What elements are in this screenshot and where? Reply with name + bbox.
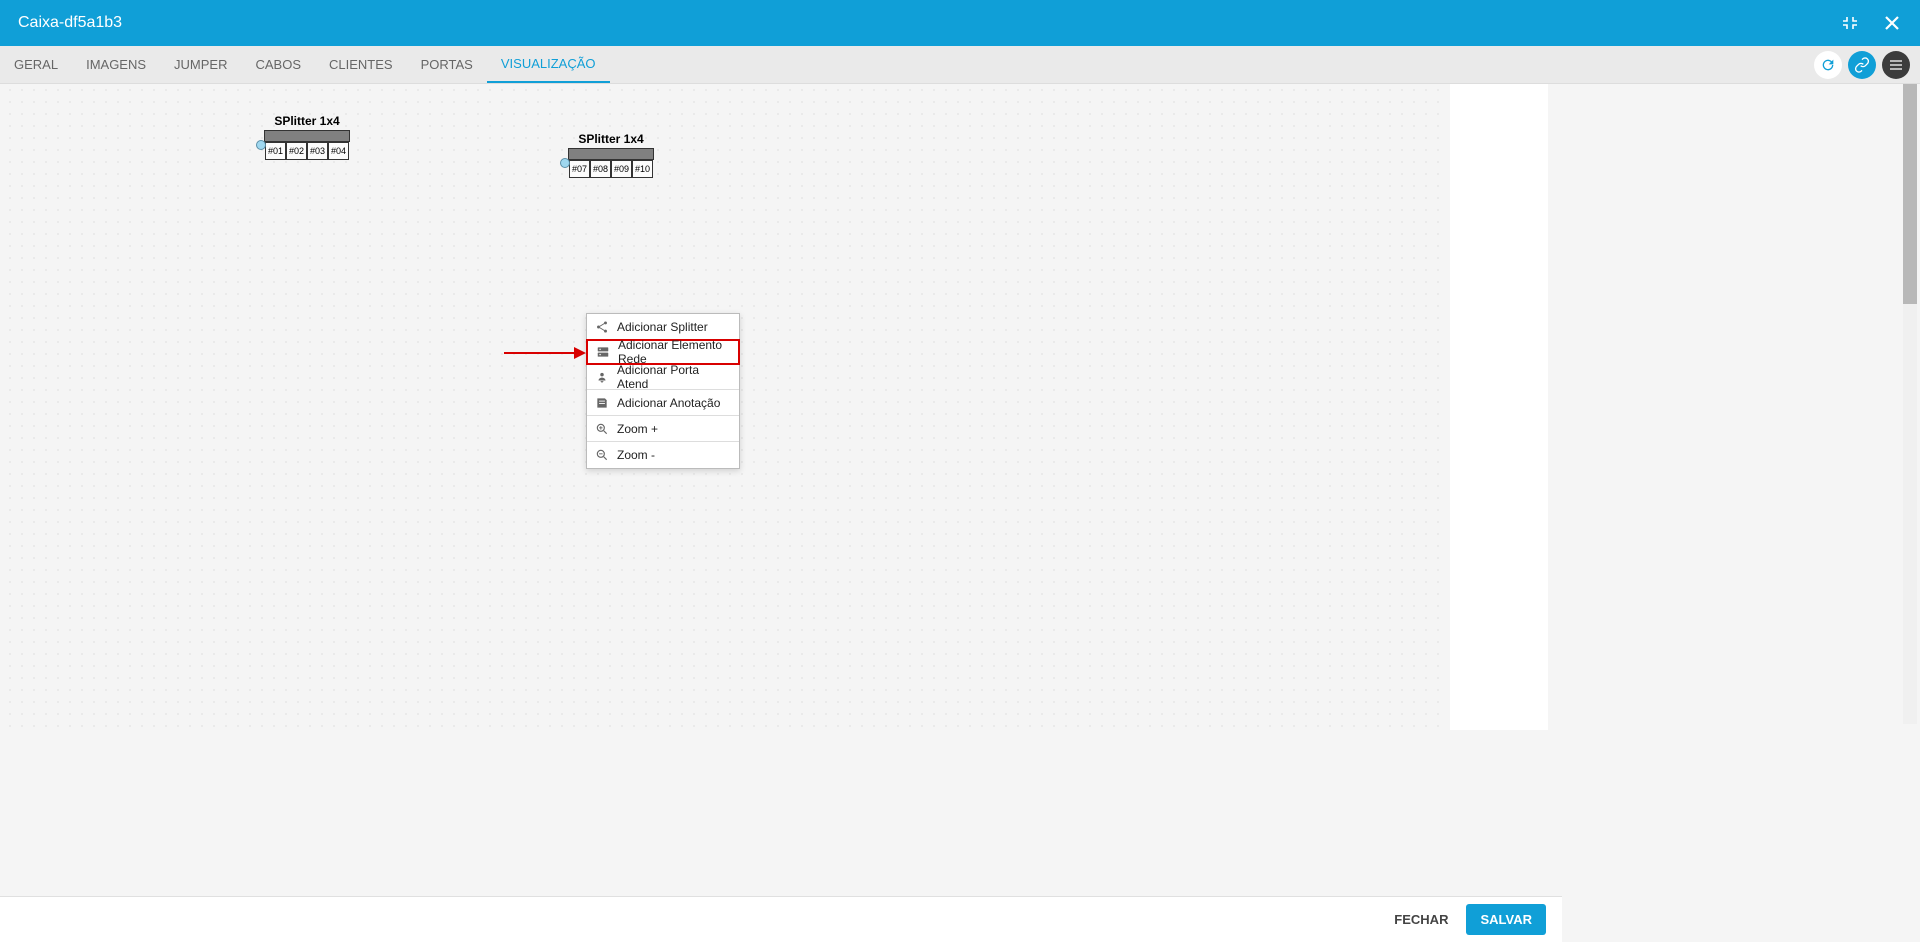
splitter-port[interactable]: #01 xyxy=(265,142,286,160)
tab-clientes[interactable]: CLIENTES xyxy=(315,46,407,83)
splitter-port[interactable]: #03 xyxy=(307,142,328,160)
menu-add-splitter[interactable]: Adicionar Splitter xyxy=(587,314,739,340)
splitter-ports: #01 #02 #03 #04 xyxy=(265,142,349,160)
vertical-scrollbar[interactable] xyxy=(1903,84,1917,724)
person-pin-icon xyxy=(595,370,609,384)
tab-visualizacao[interactable]: VISUALIZAÇÃO xyxy=(487,46,610,83)
window-controls xyxy=(1840,13,1902,33)
splitter-port[interactable]: #04 xyxy=(328,142,349,160)
splitter-node[interactable]: SPlitter 1x4 #01 #02 #03 #04 xyxy=(264,114,350,160)
link-button[interactable] xyxy=(1848,51,1876,79)
splitter-body xyxy=(568,148,654,160)
menu-label: Adicionar Porta Atend xyxy=(617,363,731,391)
titlebar: Caixa-df5a1b3 xyxy=(0,0,1920,46)
refresh-button[interactable] xyxy=(1814,51,1842,79)
splitter-port[interactable]: #10 xyxy=(632,160,653,178)
splitter-port[interactable]: #09 xyxy=(611,160,632,178)
splitter-port[interactable]: #08 xyxy=(590,160,611,178)
share-icon xyxy=(595,320,609,334)
splitter-input-port[interactable] xyxy=(256,140,266,150)
splitter-label: SPlitter 1x4 xyxy=(274,114,339,128)
splitter-node[interactable]: SPlitter 1x4 #07 #08 #09 #10 xyxy=(568,132,654,178)
tab-geral[interactable]: GERAL xyxy=(0,46,72,83)
footer: FECHAR SALVAR xyxy=(0,896,1562,942)
menu-add-porta-atend[interactable]: Adicionar Porta Atend xyxy=(587,364,739,390)
menu-label: Zoom + xyxy=(617,422,658,436)
splitter-port[interactable]: #02 xyxy=(286,142,307,160)
tabsbar: GERAL IMAGENS JUMPER CABOS CLIENTES PORT… xyxy=(0,46,1920,84)
splitter-input-port[interactable] xyxy=(560,158,570,168)
menu-label: Zoom - xyxy=(617,448,655,462)
vertical-scrollbar-thumb[interactable] xyxy=(1903,84,1917,304)
menu-label: Adicionar Anotação xyxy=(617,396,720,410)
toolbar-right xyxy=(1814,46,1914,83)
canvas-right-pad xyxy=(1450,84,1548,730)
menu-button[interactable] xyxy=(1882,51,1910,79)
visualization-canvas[interactable]: SPlitter 1x4 #01 #02 #03 #04 SPlitter 1x… xyxy=(4,84,1446,730)
menu-zoom-in[interactable]: Zoom + xyxy=(587,416,739,442)
annotation-arrow xyxy=(504,352,584,354)
splitter-label: SPlitter 1x4 xyxy=(578,132,643,146)
splitter-ports: #07 #08 #09 #10 xyxy=(569,160,653,178)
tab-imagens[interactable]: IMAGENS xyxy=(72,46,160,83)
splitter-port[interactable]: #07 xyxy=(569,160,590,178)
dns-icon xyxy=(596,345,610,359)
zoom-out-icon xyxy=(595,448,609,462)
menu-add-elemento-rede[interactable]: Adicionar Elemento Rede xyxy=(586,339,740,365)
menu-zoom-out[interactable]: Zoom - xyxy=(587,442,739,468)
menu-label: Adicionar Elemento Rede xyxy=(618,338,730,366)
collapse-icon[interactable] xyxy=(1840,13,1860,33)
tab-jumper[interactable]: JUMPER xyxy=(160,46,241,83)
tab-cabos[interactable]: CABOS xyxy=(242,46,316,83)
tab-portas[interactable]: PORTAS xyxy=(407,46,487,83)
splitter-body xyxy=(264,130,350,142)
close-button[interactable]: FECHAR xyxy=(1394,912,1448,927)
window-title: Caixa-df5a1b3 xyxy=(18,14,122,32)
save-button[interactable]: SALVAR xyxy=(1466,904,1546,935)
menu-label: Adicionar Splitter xyxy=(617,320,708,334)
tabs: GERAL IMAGENS JUMPER CABOS CLIENTES PORT… xyxy=(0,46,610,83)
zoom-in-icon xyxy=(595,422,609,436)
menu-add-anotacao[interactable]: Adicionar Anotação xyxy=(587,390,739,416)
context-menu: Adicionar Splitter Adicionar Elemento Re… xyxy=(586,313,740,469)
close-icon[interactable] xyxy=(1882,13,1902,33)
note-icon xyxy=(595,396,609,410)
